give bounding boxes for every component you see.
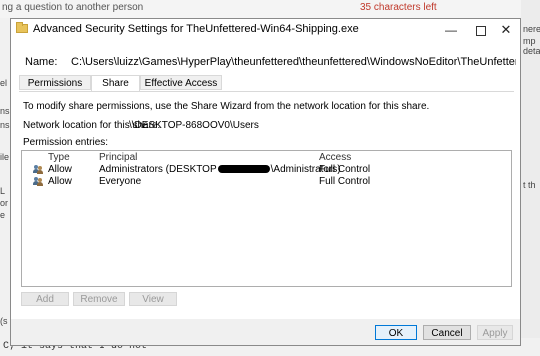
background-char-counter: 35 characters left <box>360 2 437 13</box>
column-header-principal[interactable]: Principal <box>99 152 137 163</box>
entry-principal: Administrators (DESKTOP \Administrators) <box>99 164 341 175</box>
remove-button[interactable]: Remove <box>73 292 125 306</box>
background-fragment: nere <box>523 24 540 34</box>
background-fragment: L <box>0 186 6 196</box>
column-header-access[interactable]: Access <box>319 152 351 163</box>
background-fragment: ns <box>0 120 10 130</box>
network-location-value: \\DESKTOP-868OOV0\Users <box>129 120 259 131</box>
permission-entries-list[interactable]: Type Principal Access Allow Administrato… <box>21 150 512 287</box>
permission-entries-label: Permission entries: <box>23 137 109 148</box>
advanced-security-settings-dialog: Advanced Security Settings for TheUnfett… <box>10 18 521 346</box>
add-button[interactable]: Add <box>21 292 69 306</box>
background-fragment: deta <box>523 46 540 56</box>
list-header: Type Principal Access <box>22 151 511 164</box>
background-page-header: ng a question to another person 35 chara… <box>0 0 540 18</box>
background-fragment: ile <box>0 152 10 162</box>
entry-principal: Everyone <box>99 176 142 187</box>
entry-access: Full Control <box>319 176 371 187</box>
background-text: ng a question to another person <box>2 2 144 13</box>
users-group-icon <box>33 177 43 186</box>
name-label: Name: <box>25 56 58 68</box>
background-left-strip: el ns ns ile L or e (s <box>0 18 10 356</box>
view-button[interactable]: View <box>129 292 177 306</box>
column-header-type[interactable]: Type <box>48 152 70 163</box>
redaction-mark <box>217 165 270 174</box>
tab-permissions[interactable]: Permissions <box>19 75 91 90</box>
entry-type: Allow <box>48 176 72 187</box>
apply-button[interactable]: Apply <box>477 325 513 340</box>
close-button[interactable]: ✕ <box>491 19 521 41</box>
file-path-value: C:\Users\luizz\Games\HyperPlay\theunfett… <box>71 56 516 68</box>
maximize-icon <box>476 25 486 36</box>
entry-access: Full Control <box>319 164 371 175</box>
background-fragment: or <box>0 198 9 208</box>
table-row[interactable]: Allow Administrators (DESKTOP \Administra… <box>22 164 511 176</box>
background-fragment: ns <box>0 106 10 116</box>
folder-icon <box>16 22 28 33</box>
dialog-footer: OK Cancel Apply <box>11 319 520 345</box>
tab-share[interactable]: Share <box>91 75 140 92</box>
background-fragment: el <box>0 78 8 88</box>
share-wizard-info: To modify share permissions, use the Sha… <box>23 101 430 112</box>
background-fragment: t th <box>523 180 536 190</box>
dialog-title: Advanced Security Settings for TheUnfett… <box>33 23 359 35</box>
background-right-strip: nere mp deta t th <box>521 0 540 356</box>
background-fragment: e <box>0 210 6 220</box>
users-group-icon <box>33 165 43 174</box>
title-bar[interactable]: Advanced Security Settings for TheUnfett… <box>11 19 520 41</box>
minimize-button[interactable]: — <box>436 19 466 41</box>
tab-divider <box>19 91 514 92</box>
background-fragment: mp <box>523 36 536 46</box>
cancel-button[interactable]: Cancel <box>423 325 471 340</box>
table-row[interactable]: Allow Everyone Full Control <box>22 176 511 188</box>
entry-type: Allow <box>48 164 72 175</box>
tab-effective-access[interactable]: Effective Access <box>140 75 222 90</box>
ok-button[interactable]: OK <box>375 325 417 340</box>
background-fragment: (s <box>0 316 8 326</box>
